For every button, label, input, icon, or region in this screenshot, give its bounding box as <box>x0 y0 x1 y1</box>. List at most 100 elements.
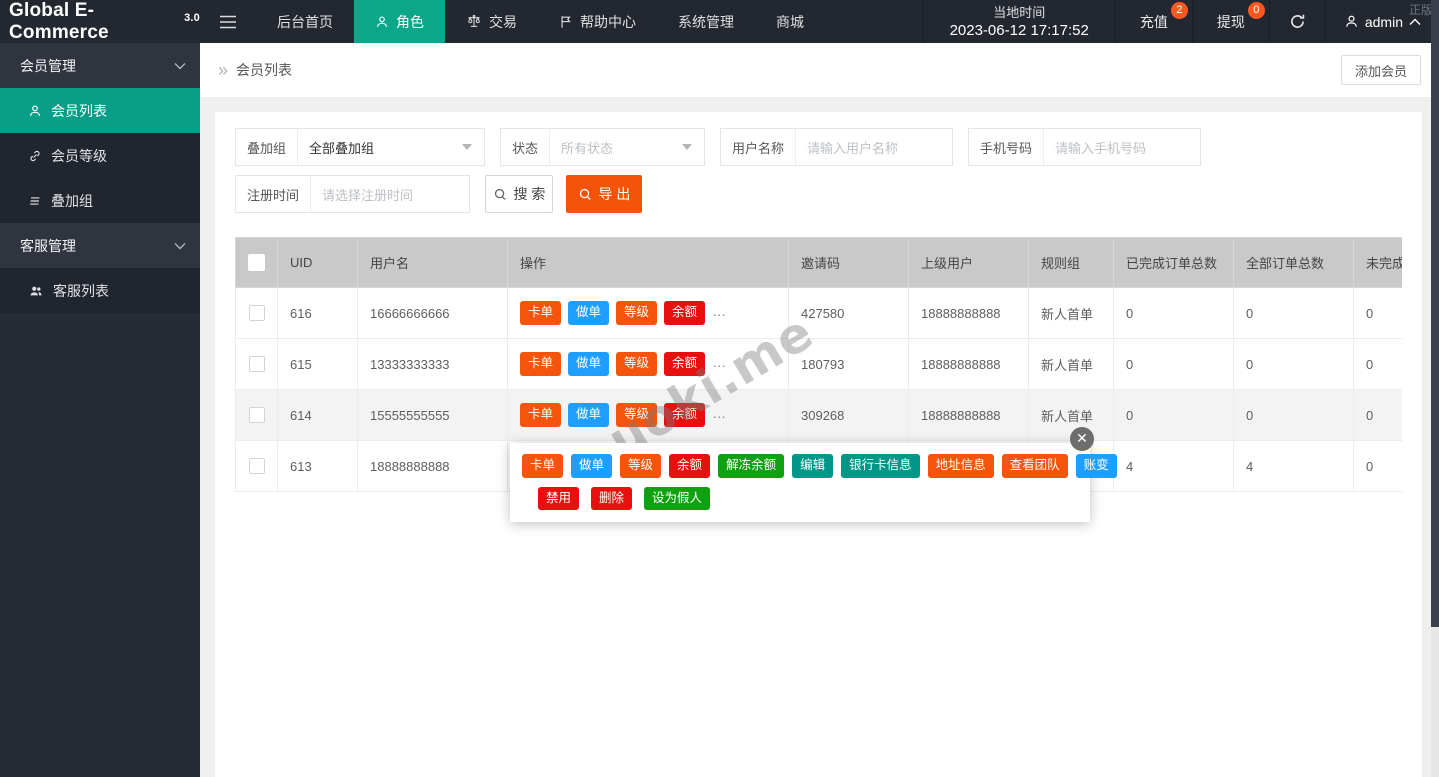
table-cell: 0 <box>1354 390 1403 441</box>
recharge-badge: 2 <box>1171 2 1188 19</box>
table-cell: 0 <box>1234 390 1354 441</box>
filters-row-1: 叠加组 全部叠加组 状态 所有状态 用户名称 请输入用户名称 手机号码 请输入手… <box>235 128 1402 166</box>
action-button-查看团队[interactable]: 查看团队 <box>1002 454 1068 478</box>
select-all-checkbox[interactable] <box>248 254 265 271</box>
action-button-银行卡信息[interactable]: 银行卡信息 <box>841 454 920 478</box>
action-button-解冻余额[interactable]: 解冻余额 <box>718 454 784 478</box>
search-button[interactable]: 搜 索 <box>485 175 553 213</box>
popover-row-1: 卡单做单等级余额解冻余额编辑银行卡信息地址信息查看团队账变 <box>522 454 1078 478</box>
action-button-禁用[interactable]: 禁用 <box>538 487 579 511</box>
table-cell: 0 <box>1354 288 1403 339</box>
action-button-地址信息[interactable]: 地址信息 <box>928 454 994 478</box>
nav-item-5[interactable]: 商城 <box>755 0 825 43</box>
breadcrumb-bar: » 会员列表 添加会员 <box>200 43 1439 97</box>
sidebar-group-label: 客服管理 <box>20 236 76 256</box>
nav-item-2[interactable]: 交易 <box>445 0 538 43</box>
page-scrollbar-thumb[interactable] <box>1431 0 1439 627</box>
app-logo: Global E-Commerce 3.0 <box>0 0 200 43</box>
action-button-设为假人[interactable]: 设为假人 <box>644 487 710 511</box>
table-cell: 15555555555 <box>358 390 508 441</box>
phone-input[interactable]: 请输入手机号码 <box>1044 138 1200 157</box>
row-actions-popover: 卡单做单等级余额解冻余额编辑银行卡信息地址信息查看团队账变禁用删除设为假人 <box>510 443 1090 522</box>
search-icon <box>493 187 508 202</box>
column-header: 上级用户 <box>909 238 1029 288</box>
action-button-编辑[interactable]: 编辑 <box>792 454 833 478</box>
more-actions-button[interactable]: … <box>712 354 727 370</box>
table-cell: 615 <box>278 339 358 390</box>
sidebar-item-客服列表[interactable]: 客服列表 <box>0 268 200 313</box>
action-button-等级[interactable]: 等级 <box>616 352 657 376</box>
row-checkbox[interactable] <box>249 458 265 474</box>
page-scrollbar-track[interactable] <box>1431 627 1439 777</box>
sidebar: 会员管理会员列表会员等级叠加组客服管理客服列表 <box>0 43 200 777</box>
sidebar-group-1[interactable]: 客服管理 <box>0 223 200 268</box>
action-button-账变[interactable]: 账变 <box>1076 454 1117 478</box>
action-button-删除[interactable]: 删除 <box>591 487 632 511</box>
search-button-label: 搜 索 <box>514 184 546 204</box>
username-input[interactable]: 请输入用户名称 <box>796 138 952 157</box>
export-button[interactable]: 导 出 <box>566 175 642 213</box>
action-button-等级[interactable]: 等级 <box>616 301 657 325</box>
nav-item-3[interactable]: 帮助中心 <box>538 0 657 43</box>
withdraw-button[interactable]: 提现 0 <box>1193 0 1270 43</box>
table-cell: 0 <box>1114 390 1234 441</box>
local-time-value: 2023-06-12 17:17:52 <box>950 21 1089 40</box>
action-button-卡单[interactable]: 卡单 <box>520 352 561 376</box>
action-button-做单[interactable]: 做单 <box>568 301 609 325</box>
withdraw-badge: 0 <box>1248 2 1265 19</box>
refresh-icon[interactable] <box>1270 0 1326 43</box>
table-cell: 18888888888 <box>909 390 1029 441</box>
action-button-等级[interactable]: 等级 <box>620 454 661 478</box>
sidebar-item-会员等级[interactable]: 会员等级 <box>0 133 200 178</box>
breadcrumb-icon: » <box>218 60 228 81</box>
action-button-余额[interactable]: 余额 <box>664 301 705 325</box>
username-label: 用户名称 <box>721 129 796 165</box>
nav-item-label: 后台首页 <box>277 12 333 32</box>
nav-item-1[interactable]: 角色 <box>354 0 445 43</box>
action-button-等级[interactable]: 等级 <box>616 403 657 427</box>
sidebar-item-会员列表[interactable]: 会员列表 <box>0 88 200 133</box>
sidebar-item-叠加组[interactable]: 叠加组 <box>0 178 200 223</box>
table-cell: 309268 <box>789 390 909 441</box>
list-icon <box>28 194 42 208</box>
action-button-余额[interactable]: 余额 <box>664 352 705 376</box>
table-cell: 4 <box>1114 441 1234 492</box>
username-field-group: 用户名称 请输入用户名称 <box>720 128 953 166</box>
row-checkbox[interactable] <box>249 356 265 372</box>
search-icon <box>578 187 593 202</box>
recharge-button[interactable]: 充值 2 <box>1116 0 1193 43</box>
table-cell: 4 <box>1234 441 1354 492</box>
row-checkbox[interactable] <box>249 407 265 423</box>
local-time-block: 当地时间 2023-06-12 17:17:52 <box>923 0 1116 43</box>
action-button-余额[interactable]: 余额 <box>669 454 710 478</box>
status-select[interactable]: 状态 所有状态 <box>500 128 705 166</box>
reg-time-input[interactable]: 请选择注册时间 <box>311 185 469 204</box>
main-content: » 会员列表 添加会员 叠加组 全部叠加组 状态 所有状态 用户名称 请输入用户… <box>200 43 1439 777</box>
chevron-down-icon <box>682 144 692 150</box>
local-time-label: 当地时间 <box>993 4 1045 21</box>
table-cell: 新人首单 <box>1029 288 1114 339</box>
nav-item-label: 商城 <box>776 12 804 32</box>
sidebar-group-0[interactable]: 会员管理 <box>0 43 200 88</box>
action-button-做单[interactable]: 做单 <box>568 403 609 427</box>
link-icon <box>28 149 42 163</box>
table-cell: 0 <box>1234 288 1354 339</box>
action-button-余额[interactable]: 余额 <box>664 403 705 427</box>
action-button-做单[interactable]: 做单 <box>571 454 612 478</box>
action-button-卡单[interactable]: 卡单 <box>522 454 563 478</box>
nav-item-0[interactable]: 后台首页 <box>256 0 354 43</box>
more-actions-button[interactable]: … <box>712 303 727 319</box>
row-checkbox[interactable] <box>249 305 265 321</box>
nav-item-4[interactable]: 系统管理 <box>657 0 755 43</box>
overlay-group-select[interactable]: 叠加组 全部叠加组 <box>235 128 485 166</box>
action-button-做单[interactable]: 做单 <box>568 352 609 376</box>
menu-toggle-icon[interactable] <box>200 0 256 43</box>
table-cell: 18888888888 <box>358 441 508 492</box>
close-icon[interactable]: ✕ <box>1070 427 1094 451</box>
add-member-button[interactable]: 添加会员 <box>1341 55 1421 85</box>
user-icon <box>375 15 389 29</box>
action-button-卡单[interactable]: 卡单 <box>520 403 561 427</box>
license-tag: 正版 <box>1409 1 1433 18</box>
action-button-卡单[interactable]: 卡单 <box>520 301 561 325</box>
more-actions-button[interactable]: … <box>712 405 727 421</box>
